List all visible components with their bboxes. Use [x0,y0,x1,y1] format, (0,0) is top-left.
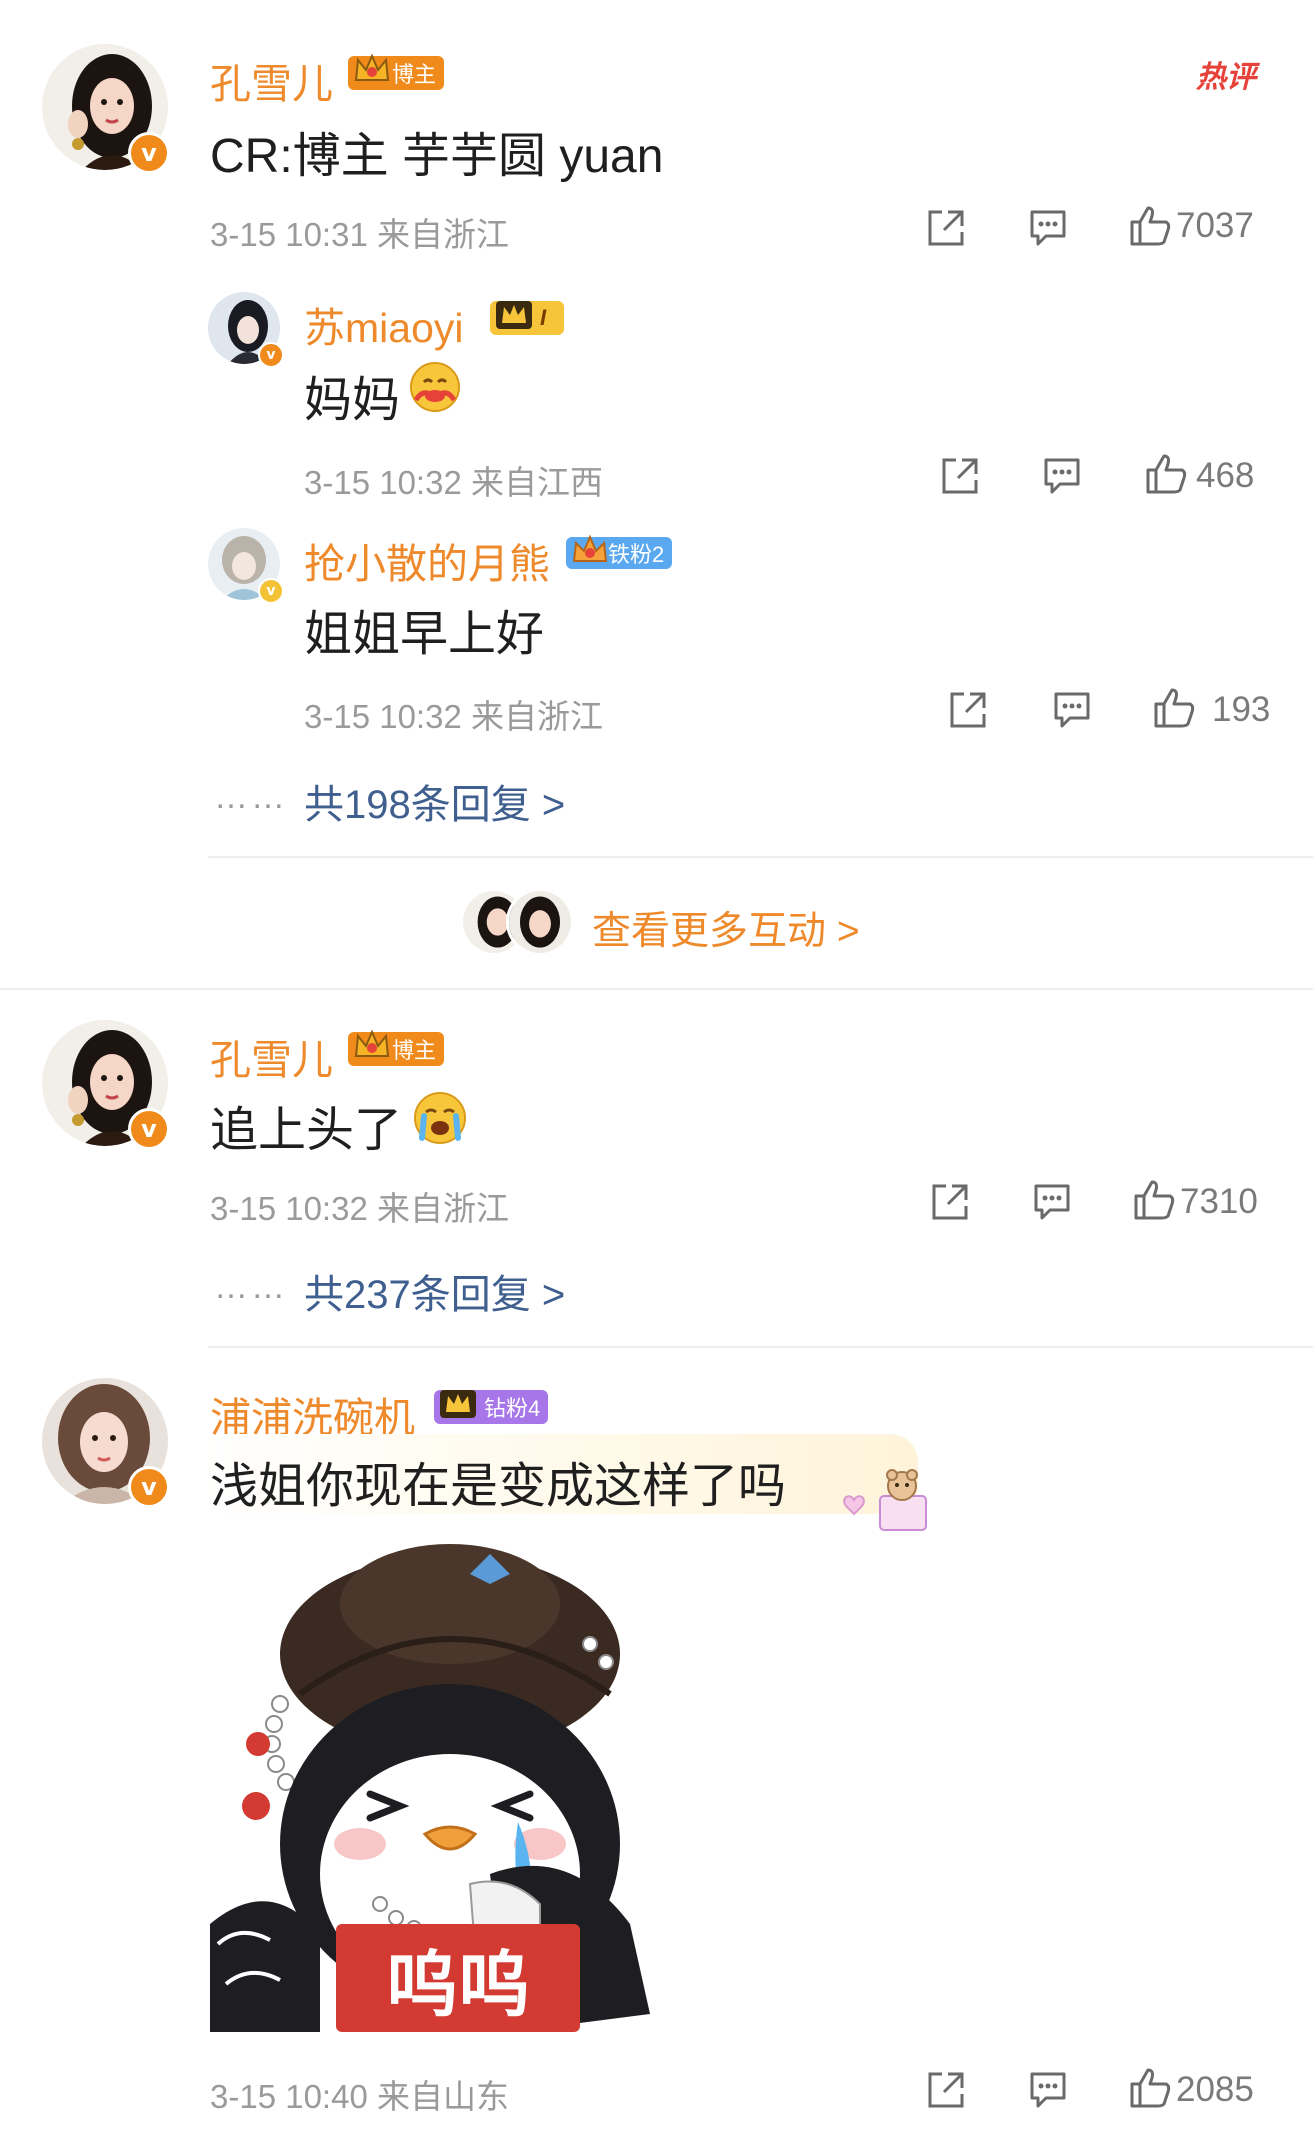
reply-author-name[interactable]: 苏miaoyi [304,294,463,354]
reply-meta: 3-15 10:32 来自浙江 [304,698,603,735]
like-count: 7037 [1176,206,1254,245]
badge-label: I [540,305,547,330]
badge-label: 钻粉4 [484,1396,541,1421]
reply-text: 妈妈 [304,374,401,427]
like-icon[interactable] [1144,452,1188,496]
like-count: 193 [1212,690,1271,729]
like-icon[interactable] [1128,204,1172,248]
share-icon[interactable] [928,1180,972,1224]
blogger-badge: 博主 [348,1029,445,1066]
blogger-badge: 博主 [348,53,445,90]
badge-label: 博主 [392,62,437,87]
like-count: 468 [1196,456,1255,495]
verified-badge-icon: v [128,1108,170,1150]
reply-text: 姐姐早上好 [304,608,545,661]
like-count: 7310 [1180,1182,1258,1221]
reply-meta: 3-15 10:32 来自江西 [304,464,603,501]
fan-badge: 钻粉4 [434,1390,549,1424]
verified-badge-icon: v [258,342,284,368]
sticker-caption: 呜呜 [336,1924,580,2032]
replies-dots: …… [214,1268,288,1306]
comment-meta: 3-15 10:32 来自浙江 [210,1190,509,1227]
verified-badge-icon: v [128,1466,170,1508]
crying-face-emoji-icon [414,1092,466,1144]
interaction-avatar [506,888,574,956]
view-replies-link[interactable]: 共237条回复 > [304,1262,565,1320]
share-icon[interactable] [924,206,968,250]
comment-text: 追上头了 [210,1104,403,1157]
view-replies-link[interactable]: 共198条回复 > [304,772,565,830]
comment-image[interactable]: 呜呜 [210,1544,698,2032]
comment-icon[interactable] [1030,1180,1074,1224]
more-interactions-link[interactable]: 查看更多互动 > [592,900,860,956]
section-divider [0,988,1313,990]
comment-icon[interactable] [1026,206,1070,250]
hot-comment-tag: 热评 [1196,61,1256,94]
reply-author-name[interactable]: 抢小散的月熊 [304,530,550,590]
bear-gift-decoration-icon [843,1469,927,1531]
comment-meta: 3-15 10:40 来自山东 [210,2078,509,2115]
verified-badge-icon: v [128,132,170,174]
comment-icon[interactable] [1040,454,1084,498]
like-count: 2085 [1176,2070,1254,2109]
crown-icon [354,53,390,81]
like-icon[interactable] [1128,2066,1172,2110]
crown-icon [354,1029,390,1057]
like-icon[interactable] [1152,686,1196,730]
avatar-image [509,891,571,953]
comment-text: CR:博主 芋芋圆 yuan [210,130,664,183]
comment-text: 浅姐你现在是变成这样了吗 [210,1460,787,1513]
comment-icon[interactable] [1050,688,1094,732]
membership-badge: I [490,301,565,335]
like-icon[interactable] [1132,1178,1176,1222]
divider [208,856,1313,858]
replies-dots: …… [214,778,288,816]
share-icon[interactable] [946,688,990,732]
author-name[interactable]: 孔雪儿 [210,1026,333,1086]
share-icon[interactable] [938,454,982,498]
hug-face-emoji-icon [410,362,460,412]
crown-icon [440,1390,476,1418]
author-name[interactable]: 孔雪儿 [210,50,333,110]
comment-meta: 3-15 10:31 来自浙江 [210,216,509,253]
divider [208,1346,1313,1348]
comment-icon[interactable] [1026,2068,1070,2112]
badge-label: 博主 [392,1038,437,1063]
crown-icon [572,534,608,562]
crown-icon [496,301,532,329]
share-icon[interactable] [924,2068,968,2112]
fan-badge: 铁粉2 [566,534,673,569]
verified-badge-icon: v [258,578,284,604]
badge-label: 铁粉2 [608,542,665,567]
